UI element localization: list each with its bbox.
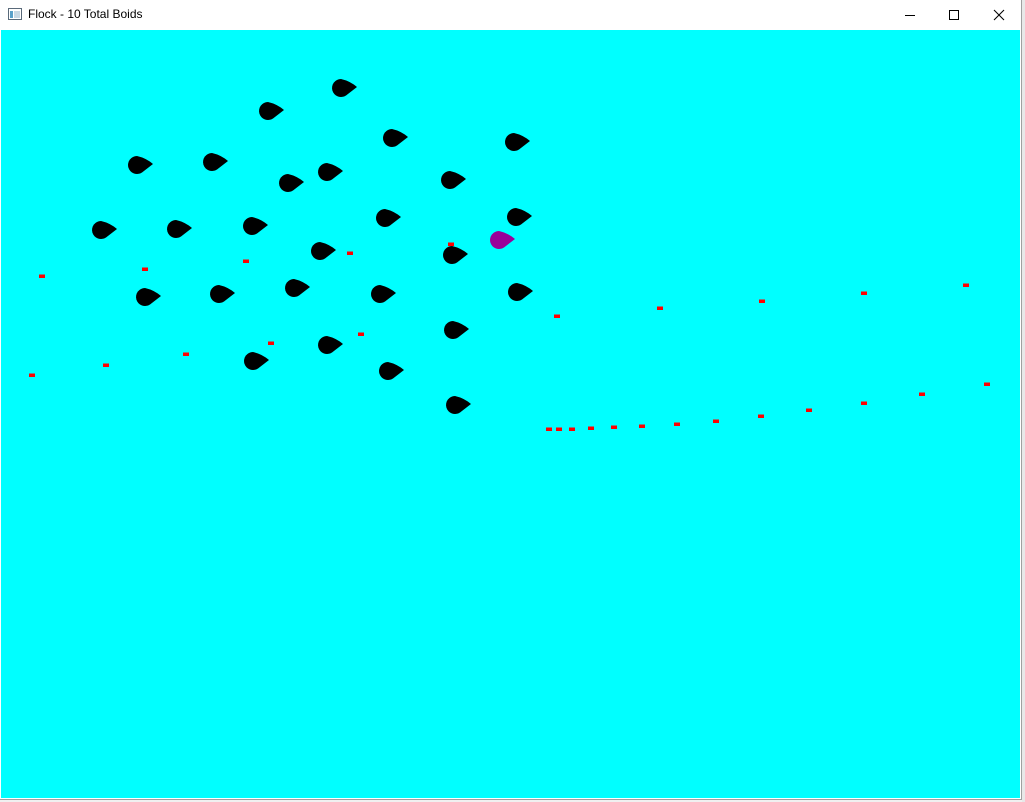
maximize-icon [949, 10, 959, 20]
trail-dot [861, 291, 867, 295]
trail-dot [347, 251, 353, 255]
title-bar[interactable]: Flock - 10 Total Boids [0, 0, 1021, 30]
close-icon [993, 9, 1005, 21]
trail-dot [569, 427, 575, 431]
boid [244, 352, 269, 370]
trail-dot [554, 314, 560, 318]
trail-dot [759, 299, 765, 303]
trail-dot [448, 242, 454, 246]
trail-dot [758, 414, 764, 418]
trail-dot [29, 373, 35, 377]
boid [379, 362, 404, 380]
boid [243, 217, 268, 235]
boid [136, 288, 161, 306]
boid [210, 285, 235, 303]
boid [508, 283, 533, 301]
trail-dot [984, 382, 990, 386]
boid [318, 163, 343, 181]
boid [507, 208, 532, 226]
trail-dot [611, 425, 617, 429]
boid [92, 221, 117, 239]
trail-dot [546, 427, 552, 431]
boid [167, 220, 192, 238]
boid [444, 321, 469, 339]
trail-dot [713, 419, 719, 423]
trail-dot [39, 274, 45, 278]
boid [279, 174, 304, 192]
boid [371, 285, 396, 303]
boid [505, 133, 530, 151]
trail-dot [556, 427, 562, 431]
trail-dot [268, 341, 274, 345]
flock-scene [29, 79, 990, 431]
simulation-canvas[interactable] [1, 30, 1020, 798]
window-title: Flock - 10 Total Boids [28, 7, 143, 21]
minimize-button[interactable] [887, 0, 933, 30]
boid [443, 246, 468, 264]
window-icon [8, 8, 22, 20]
boid [285, 279, 310, 297]
boid [332, 79, 357, 97]
trail-dot [183, 352, 189, 356]
trail-dot [919, 392, 925, 396]
trail-dot [806, 408, 812, 412]
trail-dot [657, 306, 663, 310]
maximize-button[interactable] [931, 0, 977, 30]
boid [441, 171, 466, 189]
trail-dot [103, 363, 109, 367]
trail-dot [243, 259, 249, 263]
trail-dot [142, 267, 148, 271]
trail-dot [963, 283, 969, 287]
trail-dot [639, 424, 645, 428]
boid [128, 156, 153, 174]
boid [311, 242, 336, 260]
boid [376, 209, 401, 227]
trail-dot [358, 332, 364, 336]
trail-dot [861, 401, 867, 405]
boid [446, 396, 471, 414]
trail-dot [674, 422, 680, 426]
close-button[interactable] [976, 0, 1022, 30]
app-window: Flock - 10 Total Boids [0, 0, 1022, 800]
boid [203, 153, 228, 171]
boid [318, 336, 343, 354]
boid [383, 129, 408, 147]
minimize-icon [905, 15, 915, 16]
leader-boid [490, 231, 515, 249]
boid [259, 102, 284, 120]
trail-dot [588, 426, 594, 430]
